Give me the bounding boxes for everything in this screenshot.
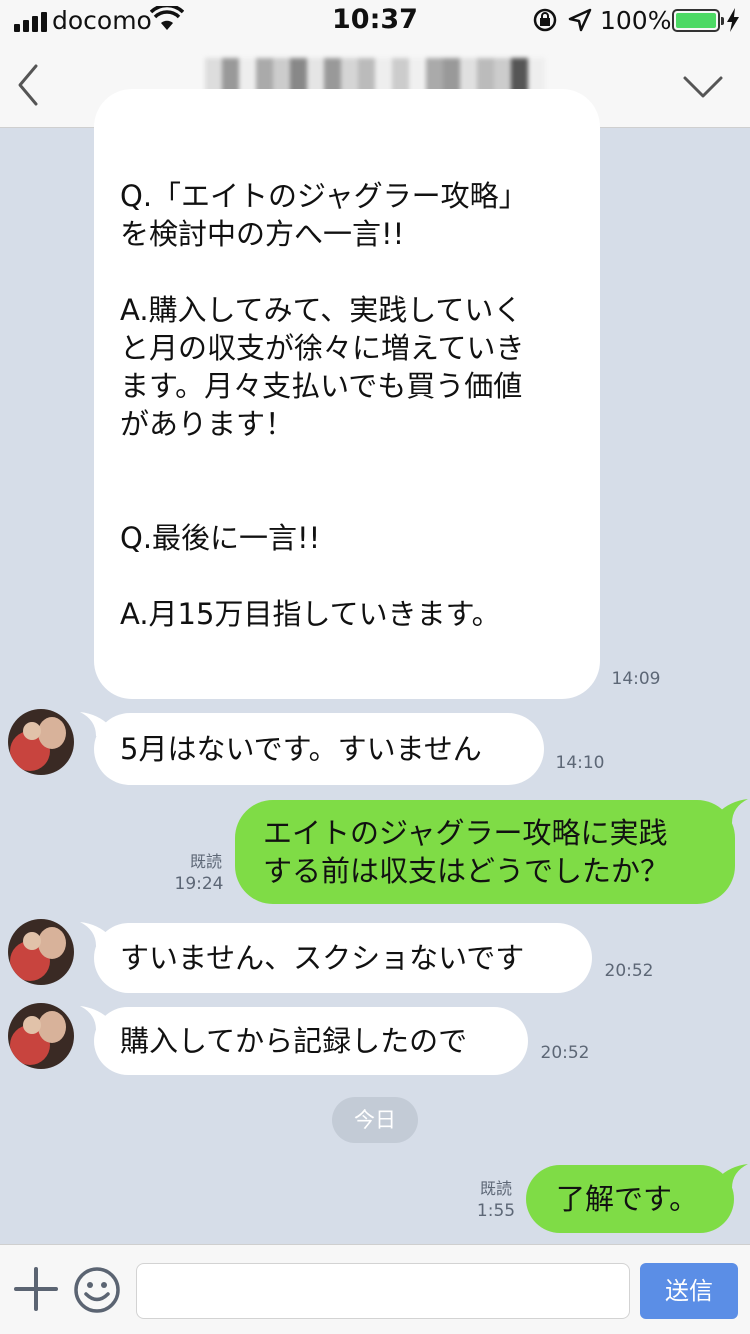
message-time: 19:24: [174, 874, 224, 894]
message-time: 20:52: [540, 1043, 590, 1063]
message-line: A.購入してみて、実践していく: [120, 293, 523, 327]
message-bubble-outgoing[interactable]: エイトのジャグラー攻略に実践 する前は収支はどうでしたか？: [235, 800, 735, 904]
battery-icon: [672, 9, 724, 32]
message-bubble-incoming[interactable]: 購入してから記録したので: [94, 1007, 528, 1075]
plus-icon[interactable]: [14, 1267, 58, 1311]
orientation-lock-icon: [533, 8, 557, 32]
message-bubble-incoming[interactable]: Q.「エイトのジャグラー攻略」 を検討中の方へ一言!! A.購入してみて、実践し…: [94, 89, 600, 699]
smiley-icon[interactable]: [72, 1265, 122, 1315]
message-line: [120, 253, 574, 291]
bubble-tail-icon: [718, 799, 748, 823]
date-divider: 今日: [332, 1097, 418, 1143]
message-time: 20:52: [604, 961, 654, 981]
battery-percentage: 100%: [600, 6, 672, 35]
read-receipt: 既読: [189, 852, 222, 871]
send-button[interactable]: 送信: [640, 1263, 738, 1319]
chat-area[interactable]: Q.「エイトのジャグラー攻略」 を検討中の方へ一言!! A.購入してみて、実践し…: [0, 89, 750, 1243]
message-line: と月の収支が徐々に増えていき: [120, 331, 525, 365]
message-bubble-incoming[interactable]: すいません、スクショないです: [94, 923, 592, 993]
message-bubble-outgoing[interactable]: 了解です。: [526, 1165, 734, 1233]
message-text: 5月はないです。すいません: [120, 732, 482, 766]
message-time: 1:55: [476, 1201, 516, 1221]
message-time: 14:10: [555, 753, 605, 773]
message-line: があります！: [120, 407, 295, 441]
message-text: すいません、スクショないです: [120, 941, 525, 975]
avatar[interactable]: [8, 1003, 74, 1069]
message-text: 了解です。: [556, 1182, 699, 1216]
message-line: [120, 443, 574, 481]
message-text: 購入してから記録したので: [120, 1024, 468, 1058]
battery-level: [676, 13, 716, 28]
message-line: [120, 481, 574, 519]
message-line: を検討中の方へ一言!!: [120, 217, 405, 251]
message-line: エイトのジャグラー攻略に実践: [263, 816, 668, 850]
avatar[interactable]: [8, 709, 74, 775]
read-receipt: 既読: [479, 1179, 512, 1198]
message-time: 14:09: [611, 669, 661, 689]
message-line: ます。月々支払いでも買う価値: [120, 369, 523, 403]
location-arrow-icon: [568, 8, 592, 32]
message-input[interactable]: [136, 1263, 630, 1319]
back-button[interactable]: [12, 62, 46, 108]
input-bar: 送信: [0, 1244, 750, 1334]
status-bar: docomo 10:37 100%: [0, 0, 750, 40]
message-line: A.月15万目指していきます。: [120, 597, 501, 631]
avatar[interactable]: [8, 919, 74, 985]
bubble-tail-icon: [718, 1164, 748, 1188]
menu-toggle-button[interactable]: [682, 70, 724, 104]
message-line: Q.「エイトのジャグラー攻略」: [120, 179, 528, 213]
message-line: Q.最後に一言!!: [120, 521, 321, 555]
charging-bolt-icon: [727, 8, 739, 32]
message-bubble-incoming[interactable]: 5月はないです。すいません: [94, 713, 544, 785]
message-line: [120, 557, 574, 595]
message-line: する前は収支はどうでしたか？: [263, 854, 670, 888]
